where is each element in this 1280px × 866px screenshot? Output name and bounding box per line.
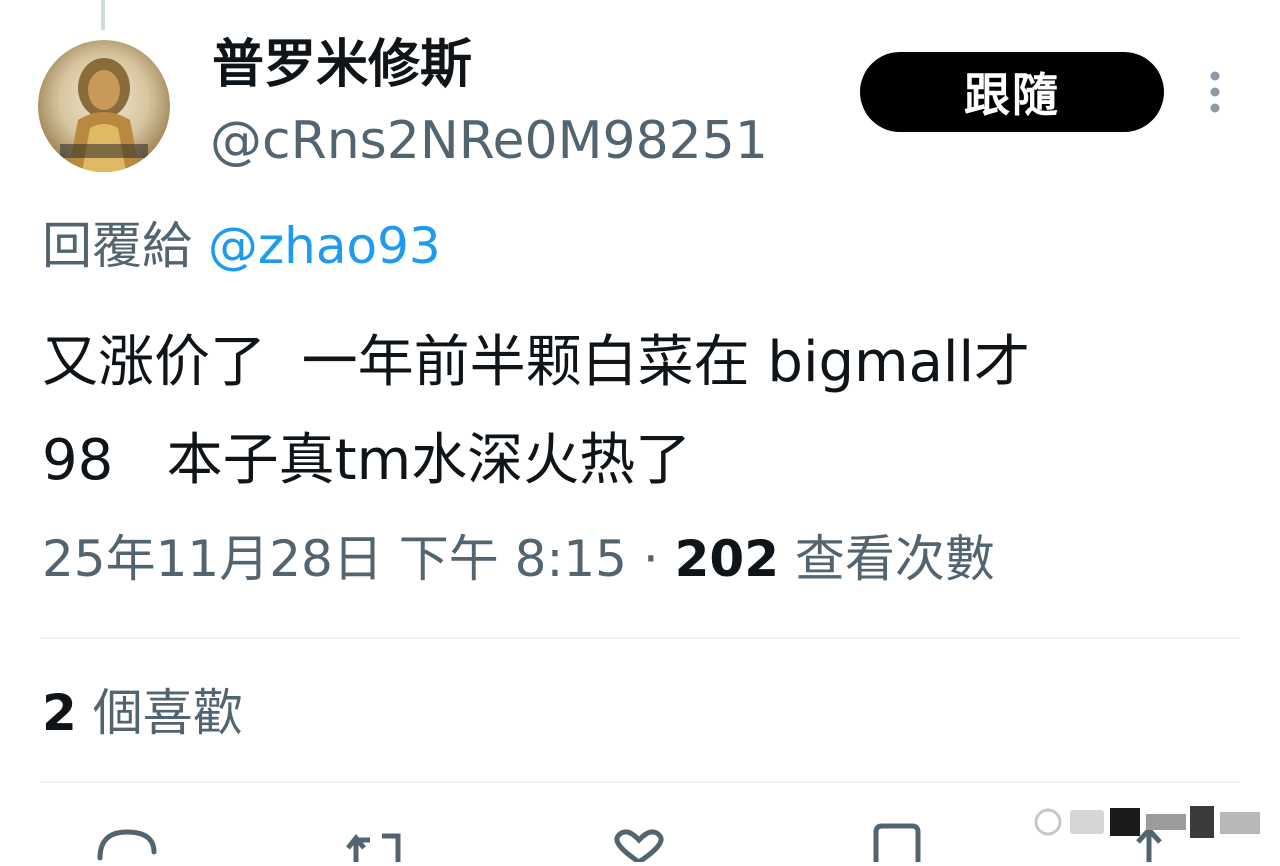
tweet-text-line: 98 本子真tm水深火热了	[42, 428, 692, 493]
thread-connector-line	[101, 0, 105, 30]
likes-label: 個喜歡	[76, 684, 243, 742]
reply-to-handle-link[interactable]: @zhao93	[208, 217, 441, 275]
watermark	[1030, 800, 1270, 844]
views-label: 查看次數	[779, 530, 995, 588]
reply-context: 回覆給 @zhao93	[42, 212, 441, 280]
meta-separator: ·	[626, 530, 675, 588]
likes-link[interactable]: 2 個喜歡	[42, 678, 243, 748]
like-icon[interactable]	[604, 822, 674, 865]
divider	[40, 637, 1240, 639]
more-vertical-icon[interactable]	[1200, 68, 1230, 118]
tweet-meta: 25年11月28日 下午 8:15 · 202 查看次數	[42, 524, 995, 594]
avatar[interactable]	[38, 40, 170, 172]
reply-icon[interactable]	[92, 822, 162, 862]
bookmark-icon[interactable]	[862, 822, 932, 862]
retweet-icon[interactable]	[342, 822, 412, 862]
author-handle[interactable]: @cRns2NRe0M98251	[210, 106, 768, 176]
views-count: 202	[674, 530, 779, 588]
avatar-image	[60, 58, 148, 172]
follow-button[interactable]: 跟隨	[860, 52, 1164, 132]
divider	[40, 781, 1240, 783]
tweet-text: 又涨价了 一年前半颗白菜在 bigmall才 98 本子真tm水深火热了	[42, 314, 1242, 510]
timestamp-link[interactable]: 25年11月28日 下午 8:15	[42, 530, 627, 588]
author-display-name[interactable]: 普罗米修斯	[212, 30, 472, 100]
reply-prefix: 回覆給	[42, 217, 208, 275]
tweet-text-line: 又涨价了 一年前半颗白菜在 bigmall才	[42, 330, 1031, 395]
likes-count: 2	[42, 684, 77, 742]
